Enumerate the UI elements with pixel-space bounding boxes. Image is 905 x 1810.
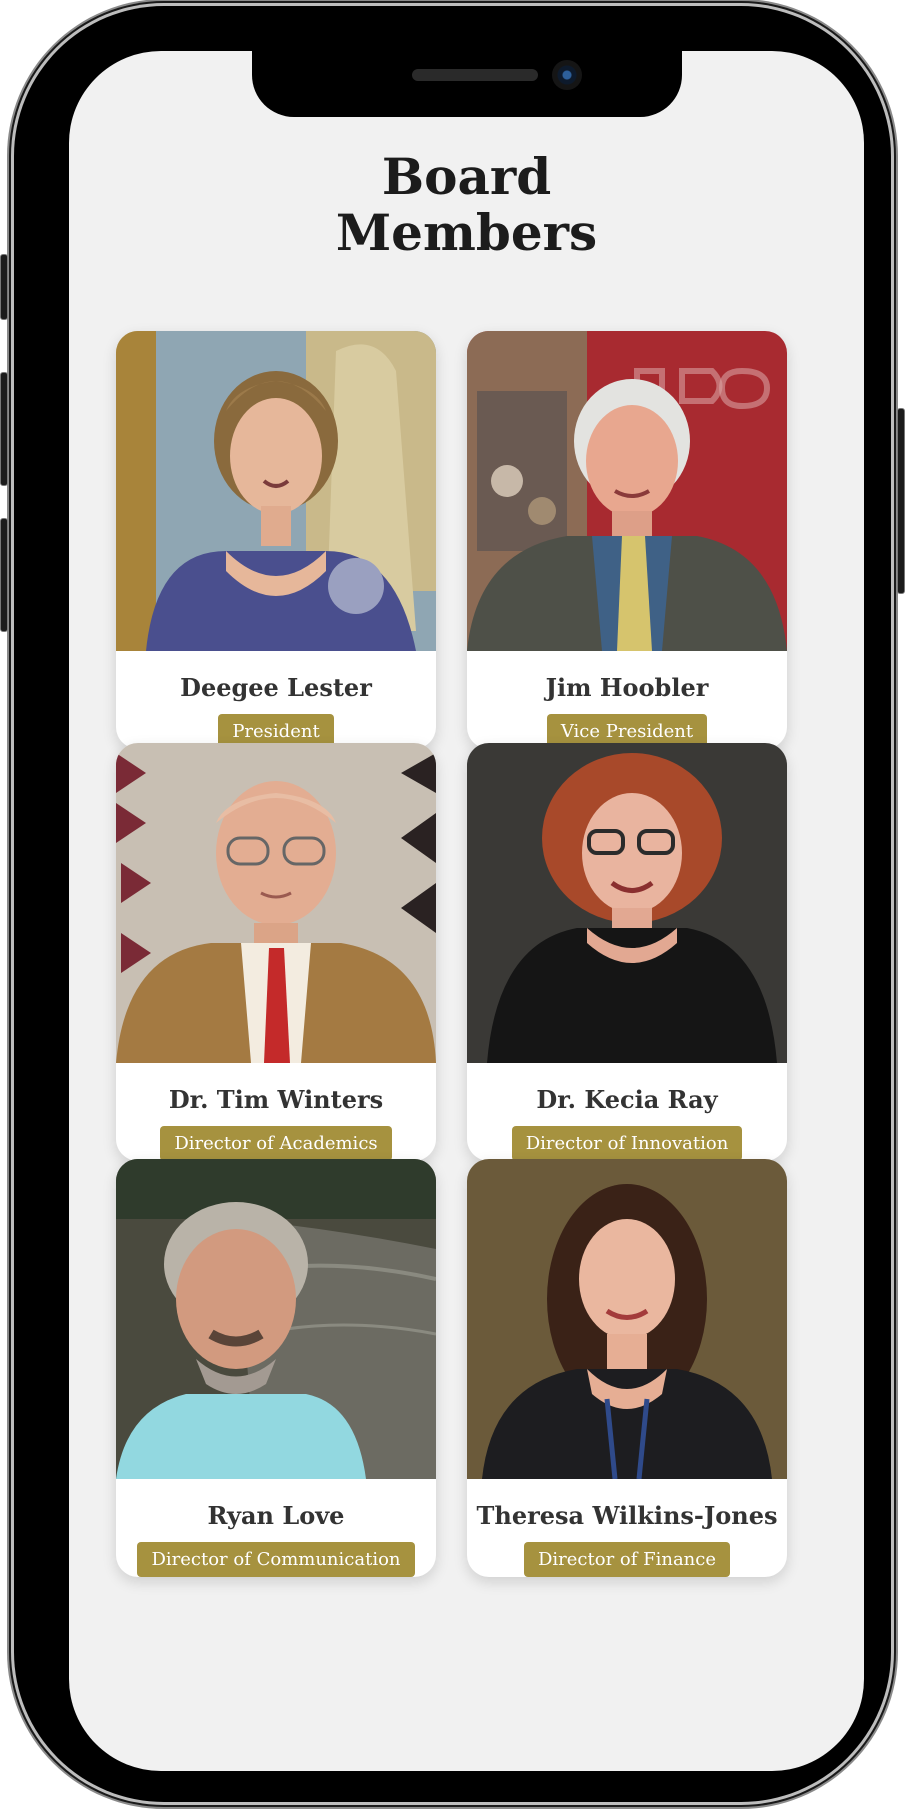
member-photo	[116, 743, 436, 1063]
portrait-image	[116, 331, 436, 651]
page-title: Board Members	[69, 149, 864, 261]
notch	[252, 51, 682, 117]
portrait-image	[467, 743, 787, 1063]
side-button-volume-up	[0, 372, 8, 486]
member-role-badge: Director of Finance	[523, 1542, 731, 1577]
speaker-grille	[412, 69, 538, 81]
member-role-badge: Director of Communication	[137, 1542, 415, 1577]
member-photo	[467, 743, 787, 1063]
member-name: Dr. Tim Winters	[168, 1085, 384, 1114]
member-name: Deegee Lester	[180, 673, 372, 702]
member-name: Theresa Wilkins-Jones	[476, 1501, 778, 1530]
member-photo	[467, 1159, 787, 1479]
member-card[interactable]: Ryan Love Director of Communication	[116, 1159, 436, 1577]
member-name: Ryan Love	[207, 1501, 345, 1530]
member-photo	[467, 331, 787, 651]
portrait-image	[467, 331, 787, 651]
member-card[interactable]: Deegee Lester President	[116, 331, 436, 749]
member-card[interactable]: Dr. Tim Winters Director of Academics	[116, 743, 436, 1161]
side-button-mute	[0, 254, 8, 320]
page-title-line-1: Board	[381, 147, 552, 206]
side-button-volume-down	[0, 518, 8, 632]
member-role-badge: Director of Academics	[160, 1126, 392, 1161]
portrait-image	[116, 1159, 436, 1479]
member-photo	[116, 1159, 436, 1479]
member-photo	[116, 331, 436, 651]
page-title-line-2: Members	[335, 203, 598, 262]
portrait-image	[116, 743, 436, 1063]
member-role-badge: Director of Innovation	[511, 1126, 743, 1161]
member-card[interactable]: Jim Hoobler Vice President	[467, 331, 787, 749]
member-name: Dr. Kecia Ray	[536, 1085, 718, 1114]
side-button-power	[897, 408, 905, 594]
member-card[interactable]: Dr. Kecia Ray Director of Innovation	[467, 743, 787, 1161]
member-name: Jim Hoobler	[545, 673, 709, 702]
member-card[interactable]: Theresa Wilkins-Jones Director of Financ…	[467, 1159, 787, 1577]
front-camera-icon	[552, 60, 582, 90]
portrait-image	[467, 1159, 787, 1479]
phone-screen: Board Members Deegee Lester President Ji…	[69, 51, 864, 1771]
phone-frame: Board Members Deegee Lester President Ji…	[0, 6, 905, 1802]
